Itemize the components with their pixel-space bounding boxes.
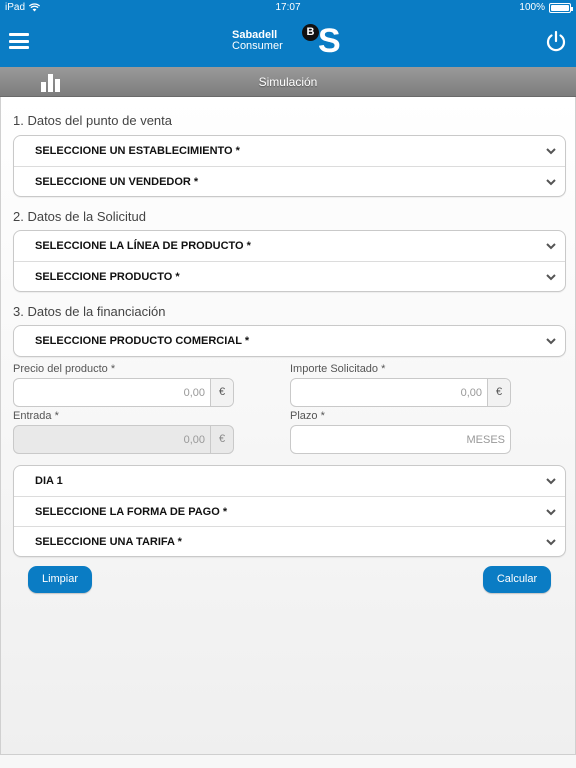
- euro-addon: €: [210, 426, 233, 453]
- status-right: 100%: [519, 2, 573, 13]
- power-icon[interactable]: [544, 29, 568, 53]
- select-label: SELECCIONE LA LÍNEA DE PRODUCTO *: [35, 240, 251, 252]
- solicitud-group: SELECCIONE LA LÍNEA DE PRODUCTO * SELECC…: [13, 230, 566, 292]
- section-title-solicitud: 2. Datos de la Solicitud: [13, 209, 146, 224]
- select-label: SELECCIONE UN VENDEDOR *: [35, 176, 199, 188]
- section-title-punto-venta: 1. Datos del punto de venta: [13, 113, 173, 128]
- hamburger-menu-icon[interactable]: [8, 30, 30, 52]
- chevron-down-icon: [546, 478, 556, 485]
- select-label: SELECCIONE UNA TARIFA *: [35, 536, 182, 548]
- financiacion-group: SELECCIONE PRODUCTO COMERCIAL *: [13, 325, 566, 357]
- brand-line2: Consumer: [232, 40, 283, 52]
- calculate-button[interactable]: Calcular: [483, 566, 551, 593]
- euro-addon: €: [487, 379, 510, 406]
- precio-value: 0,00: [183, 387, 205, 399]
- euro-addon: €: [210, 379, 233, 406]
- brand-logo: B S: [300, 22, 346, 62]
- logo-b-circle: B: [302, 24, 319, 41]
- status-bar: iPad 17:07 100%: [0, 0, 576, 16]
- logo-s: S: [318, 22, 341, 60]
- battery-icon: [549, 2, 573, 13]
- select-label: SELECCIONE PRODUCTO *: [35, 271, 180, 283]
- punto-venta-group: SELECCIONE UN ESTABLECIMIENTO * SELECCIO…: [13, 135, 566, 197]
- precio-input[interactable]: 0,00 €: [13, 378, 234, 407]
- pago-group: DIA 1 SELECCIONE LA FORMA DE PAGO * SELE…: [13, 465, 566, 557]
- brand-name: Sabadell Consumer: [232, 30, 283, 52]
- chevron-down-icon: [546, 509, 556, 516]
- battery-percent: 100%: [519, 2, 545, 13]
- form-content: 1. Datos del punto de venta SELECCIONE U…: [0, 97, 576, 754]
- select-forma-pago[interactable]: SELECCIONE LA FORMA DE PAGO *: [14, 496, 565, 526]
- chevron-down-icon: [546, 179, 556, 186]
- select-dia[interactable]: DIA 1: [14, 466, 565, 496]
- app-header: Sabadell Consumer B S: [0, 16, 576, 67]
- select-producto[interactable]: SELECCIONE PRODUCTO *: [14, 261, 565, 291]
- bottom-strip: [0, 754, 576, 768]
- select-tarifa[interactable]: SELECCIONE UNA TARIFA *: [14, 526, 565, 556]
- select-establecimiento[interactable]: SELECCIONE UN ESTABLECIMIENTO *: [14, 136, 565, 166]
- chevron-down-icon: [546, 148, 556, 155]
- importe-label: Importe Solicitado *: [290, 363, 386, 375]
- entrada-label: Entrada *: [13, 410, 59, 422]
- clear-button[interactable]: Limpiar: [28, 566, 92, 593]
- precio-label: Precio del producto *: [13, 363, 116, 375]
- plazo-placeholder: MESES: [466, 434, 505, 446]
- select-producto-comercial[interactable]: SELECCIONE PRODUCTO COMERCIAL *: [14, 326, 565, 356]
- importe-value: 0,00: [460, 387, 482, 399]
- section-title-financiacion: 3. Datos de la financiación: [13, 304, 166, 319]
- plazo-label: Plazo *: [290, 410, 325, 422]
- chevron-down-icon: [546, 274, 556, 281]
- select-label: SELECCIONE UN ESTABLECIMIENTO *: [35, 145, 240, 157]
- chevron-down-icon: [546, 243, 556, 250]
- select-label: DIA 1: [35, 475, 63, 487]
- page-title: Simulación: [258, 75, 318, 89]
- plazo-input[interactable]: MESES: [290, 425, 511, 454]
- entrada-input: 0,00 €: [13, 425, 234, 454]
- chevron-down-icon: [546, 539, 556, 546]
- select-vendedor[interactable]: SELECCIONE UN VENDEDOR *: [14, 166, 565, 196]
- select-label: SELECCIONE LA FORMA DE PAGO *: [35, 506, 228, 518]
- chevron-down-icon: [546, 338, 556, 345]
- status-time: 17:07: [275, 2, 301, 13]
- entrada-value: 0,00: [183, 434, 205, 446]
- select-linea-producto[interactable]: SELECCIONE LA LÍNEA DE PRODUCTO *: [14, 231, 565, 261]
- importe-input[interactable]: 0,00 €: [290, 378, 511, 407]
- sub-header: Simulación: [0, 67, 576, 97]
- select-label: SELECCIONE PRODUCTO COMERCIAL *: [35, 335, 250, 347]
